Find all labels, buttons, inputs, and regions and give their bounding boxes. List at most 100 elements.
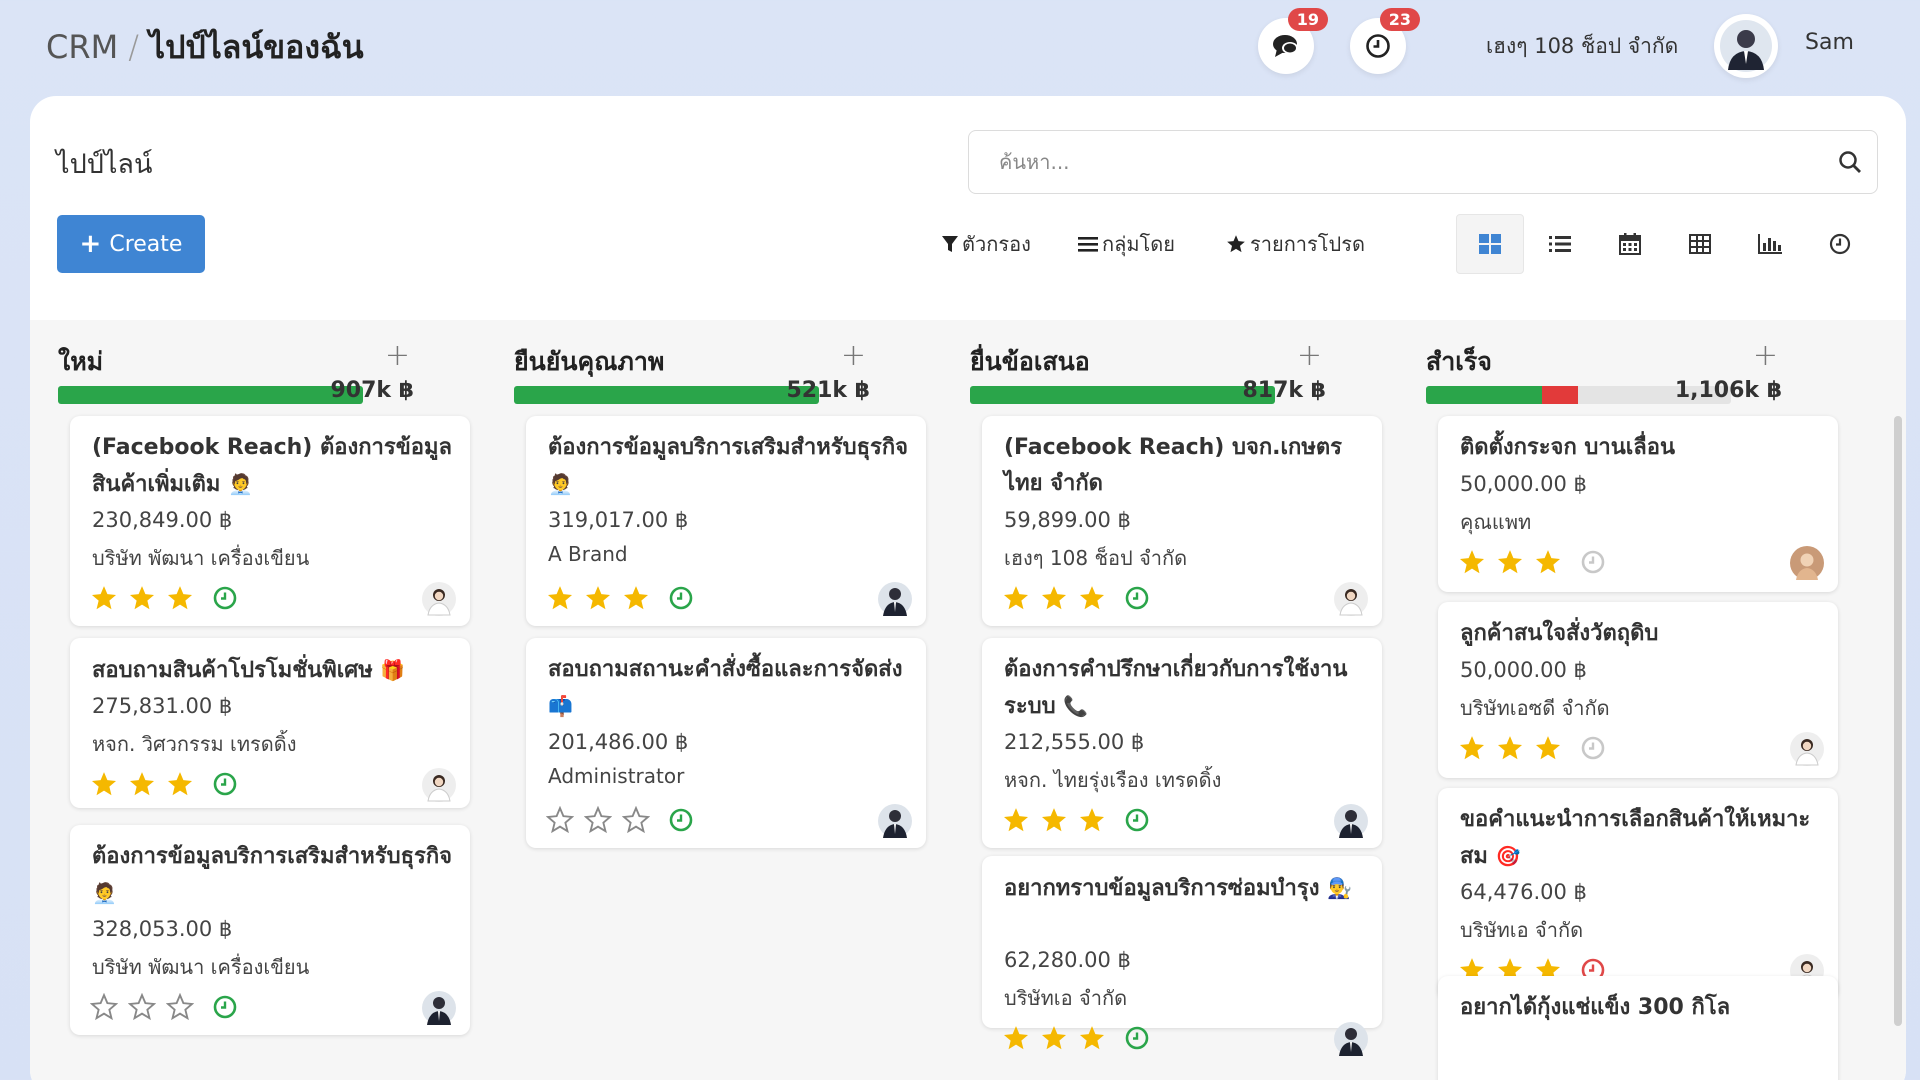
- column-progress-bar[interactable]: [970, 386, 1275, 404]
- messages-button[interactable]: 19: [1258, 8, 1328, 74]
- priority-stars[interactable]: [90, 584, 194, 612]
- activity-indicator[interactable]: [212, 994, 238, 1024]
- star-filled-icon[interactable]: [166, 770, 194, 798]
- activity-indicator[interactable]: [212, 771, 238, 801]
- star-filled-icon[interactable]: [1458, 548, 1486, 576]
- company-switcher[interactable]: เฮงๆ 108 ช็อป จำกัด: [1486, 30, 1678, 63]
- search-box[interactable]: [968, 130, 1878, 194]
- view-calendar-button[interactable]: [1596, 214, 1664, 274]
- create-button[interactable]: + Create: [57, 215, 205, 273]
- assignee-avatar-icon[interactable]: [1790, 546, 1824, 580]
- activity-clock-icon[interactable]: [1124, 807, 1150, 833]
- assignee-avatar-icon[interactable]: [1334, 804, 1368, 838]
- kanban-card[interactable]: ติดตั้งกระจก บานเลื่อน 50,000.00 ฿คุณแพท: [1438, 416, 1838, 592]
- activities-button[interactable]: 23: [1350, 8, 1420, 74]
- kanban-card[interactable]: อยากได้กุ้งแช่แข็ง 300 กิโล: [1438, 976, 1838, 1080]
- priority-stars[interactable]: [1002, 806, 1106, 834]
- priority-stars[interactable]: [546, 584, 650, 612]
- search-icon[interactable]: [1837, 149, 1863, 175]
- activity-indicator[interactable]: [1580, 735, 1606, 765]
- activity-clock-icon[interactable]: [212, 994, 238, 1020]
- priority-stars[interactable]: [1002, 1024, 1106, 1052]
- user-avatar[interactable]: [1714, 14, 1778, 78]
- activity-clock-icon[interactable]: [1580, 735, 1606, 761]
- activity-clock-icon[interactable]: [1580, 549, 1606, 575]
- assignee-avatar-icon[interactable]: [422, 768, 456, 802]
- activity-indicator[interactable]: [668, 807, 694, 837]
- star-filled-icon[interactable]: [1078, 806, 1106, 834]
- kanban-card[interactable]: สอบถามสถานะคำสั่งซื้อและการจัดส่ง 📫 201,4…: [526, 638, 926, 848]
- star-filled-icon[interactable]: [622, 584, 650, 612]
- kanban-card[interactable]: (Facebook Reach) บจก.เกษตรไทย จำกัด 59,89…: [982, 416, 1382, 626]
- assignee-avatar[interactable]: [422, 991, 456, 1025]
- kanban-card[interactable]: (Facebook Reach) ต้องการข้อมูลสินค้าเพิ่…: [70, 416, 470, 626]
- column-progress-bar[interactable]: [514, 386, 819, 404]
- priority-stars[interactable]: [90, 993, 194, 1021]
- kanban-card[interactable]: ขอคำแนะนำการเลือกสินค้าให้เหมาะสม 🎯 64,47…: [1438, 788, 1838, 1000]
- assignee-avatar[interactable]: [1790, 732, 1824, 766]
- star-filled-icon[interactable]: [90, 584, 118, 612]
- activity-clock-icon[interactable]: [668, 807, 694, 833]
- column-quick-add-button[interactable]: +: [841, 338, 866, 373]
- assignee-avatar-icon[interactable]: [878, 582, 912, 616]
- filter-button[interactable]: ตัวกรอง: [942, 228, 1031, 260]
- activity-indicator[interactable]: [1124, 1025, 1150, 1055]
- star-filled-icon[interactable]: [128, 770, 156, 798]
- kanban-card[interactable]: ต้องการข้อมูลบริการเสริมสำหรับธุรกิจ 🧑‍💼…: [526, 416, 926, 626]
- star-filled-icon[interactable]: [1002, 806, 1030, 834]
- activity-indicator[interactable]: [1580, 549, 1606, 579]
- star-filled-icon[interactable]: [584, 584, 612, 612]
- star-filled-icon[interactable]: [1458, 734, 1486, 762]
- assignee-avatar[interactable]: [422, 582, 456, 616]
- star-empty-icon[interactable]: [90, 993, 118, 1021]
- kanban-card[interactable]: ลูกค้าสนใจสั่งวัตถุดิบ 50,000.00 ฿บริษัทเ…: [1438, 602, 1838, 778]
- kanban-card[interactable]: สอบถามสินค้าโปรโมชั่นพิเศษ 🎁 275,831.00 ฿…: [70, 638, 470, 808]
- star-filled-icon[interactable]: [1040, 584, 1068, 612]
- assignee-avatar[interactable]: [878, 804, 912, 838]
- star-empty-icon[interactable]: [166, 993, 194, 1021]
- priority-stars[interactable]: [90, 770, 194, 798]
- star-filled-icon[interactable]: [166, 584, 194, 612]
- activity-clock-icon[interactable]: [212, 585, 238, 611]
- assignee-avatar[interactable]: [878, 582, 912, 616]
- priority-stars[interactable]: [1002, 584, 1106, 612]
- column-quick-add-button[interactable]: +: [1753, 338, 1778, 373]
- star-empty-icon[interactable]: [622, 806, 650, 834]
- assignee-avatar[interactable]: [1334, 804, 1368, 838]
- search-input[interactable]: [999, 147, 1799, 177]
- priority-stars[interactable]: [1458, 734, 1562, 762]
- priority-stars[interactable]: [546, 806, 650, 834]
- assignee-avatar[interactable]: [1334, 1022, 1368, 1056]
- assignee-avatar[interactable]: [422, 768, 456, 802]
- activity-indicator[interactable]: [668, 585, 694, 615]
- star-filled-icon[interactable]: [1040, 806, 1068, 834]
- star-filled-icon[interactable]: [128, 584, 156, 612]
- assignee-avatar-icon[interactable]: [1334, 1022, 1368, 1056]
- activity-indicator[interactable]: [1124, 807, 1150, 837]
- star-filled-icon[interactable]: [1078, 584, 1106, 612]
- username[interactable]: Sam: [1805, 30, 1854, 55]
- view-graph-button[interactable]: [1736, 214, 1804, 274]
- assignee-avatar-icon[interactable]: [422, 582, 456, 616]
- star-filled-icon[interactable]: [1002, 584, 1030, 612]
- view-pivot-button[interactable]: [1666, 214, 1734, 274]
- activity-clock-icon[interactable]: [1124, 585, 1150, 611]
- assignee-avatar[interactable]: [1334, 582, 1368, 616]
- assignee-avatar-icon[interactable]: [878, 804, 912, 838]
- kanban-card[interactable]: ต้องการคำปรึกษาเกี่ยวกับการใช้งานระบบ 📞 2…: [982, 638, 1382, 848]
- assignee-avatar-icon[interactable]: [422, 991, 456, 1025]
- star-filled-icon[interactable]: [1534, 548, 1562, 576]
- favorites-button[interactable]: รายการโปรด: [1226, 228, 1365, 260]
- column-quick-add-button[interactable]: +: [385, 338, 410, 373]
- activity-indicator[interactable]: [1124, 585, 1150, 615]
- star-empty-icon[interactable]: [128, 993, 156, 1021]
- star-filled-icon[interactable]: [546, 584, 574, 612]
- star-empty-icon[interactable]: [584, 806, 612, 834]
- activity-indicator[interactable]: [212, 585, 238, 615]
- activity-clock-icon[interactable]: [668, 585, 694, 611]
- star-filled-icon[interactable]: [1496, 734, 1524, 762]
- kanban-card[interactable]: ต้องการข้อมูลบริการเสริมสำหรับธุรกิจ 🧑‍💼…: [70, 825, 470, 1035]
- star-filled-icon[interactable]: [1534, 734, 1562, 762]
- assignee-avatar[interactable]: [1790, 546, 1824, 580]
- activity-clock-icon[interactable]: [212, 771, 238, 797]
